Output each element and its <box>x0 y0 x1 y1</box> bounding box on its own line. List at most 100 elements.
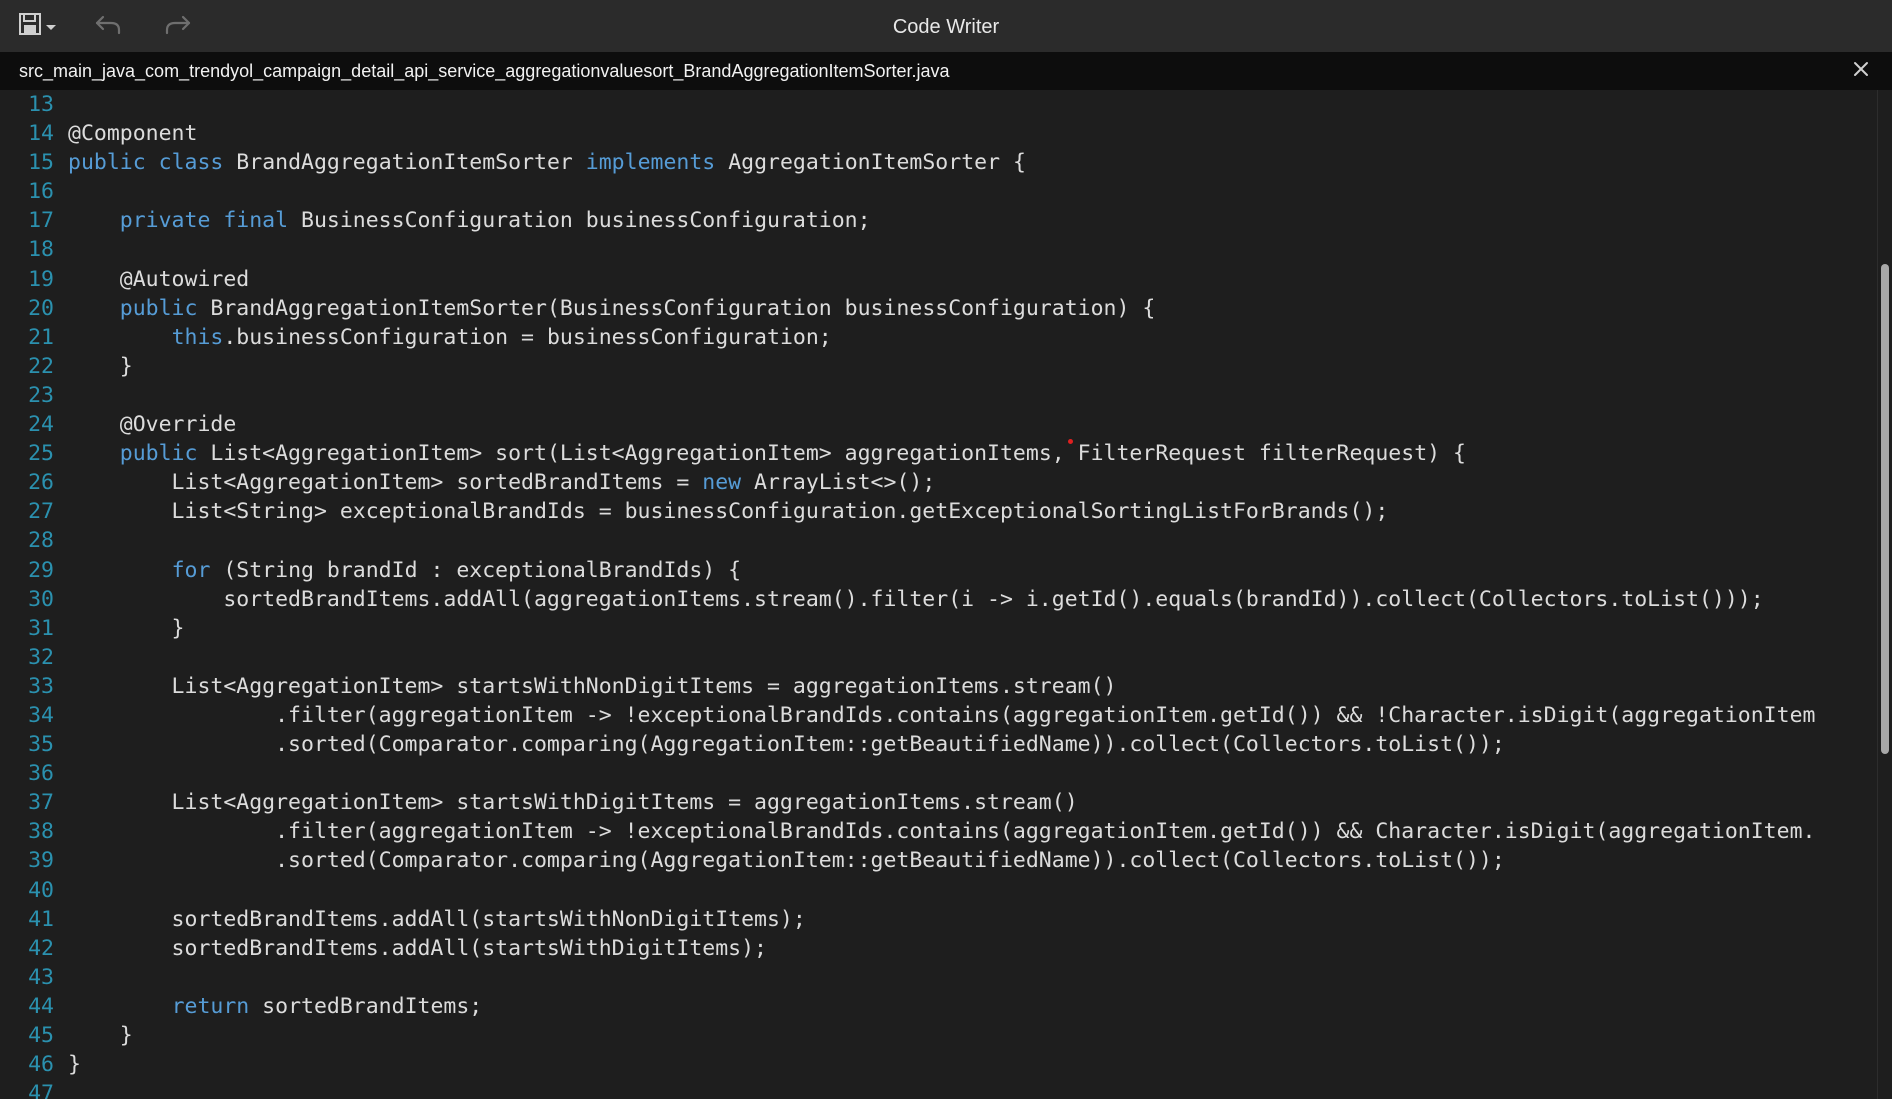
code-text: this.businessConfiguration = businessCon… <box>68 323 832 352</box>
line-number: 43 <box>28 964 54 990</box>
scrollbar-thumb[interactable] <box>1881 264 1889 754</box>
code-token: } <box>68 615 185 641</box>
code-token: .sorted(Comparator.comparing(Aggregation… <box>68 848 1505 874</box>
code-token: List<String> exceptionalBrandIds = busin… <box>68 499 1389 525</box>
code-text: } <box>68 614 185 643</box>
close-icon <box>1852 60 1870 82</box>
keyword-token: class <box>158 150 224 176</box>
line-number: 45 <box>28 1023 54 1048</box>
keyword-token: public <box>119 441 198 467</box>
code-writer-window: Code Writer src_main_java_com_trendyol_c… <box>0 0 1892 1099</box>
code-text: @Autowired <box>68 265 249 294</box>
code-token: .sorted(Comparator.comparing(Aggregation… <box>68 732 1505 758</box>
code-text: List<AggregationItem> startsWithDigitIte… <box>68 788 1078 817</box>
line-number: 23 <box>28 382 54 408</box>
line-number: 25 <box>28 441 54 467</box>
line-number: 29 <box>28 557 54 583</box>
line-number: 41 <box>28 906 54 932</box>
code-text: @Component <box>68 119 197 148</box>
code-token: .filter(aggregationItem -> !exceptionalB… <box>68 702 1816 728</box>
keyword-token: return <box>171 993 250 1019</box>
code-token: BusinessConfiguration businessConfigurat… <box>288 208 871 234</box>
line-number: 22 <box>28 353 54 379</box>
app-title: Code Writer <box>892 16 1000 38</box>
line-number: 20 <box>28 295 54 321</box>
code-text: sortedBrandItems.addAll(aggregationItems… <box>68 585 1763 614</box>
line-number: 38 <box>28 819 54 845</box>
code-token: } <box>68 353 133 379</box>
code-token: (String brandId : exceptionalBrandIds) { <box>210 557 742 583</box>
code-token: List<AggregationItem> sort(List<Aggregat… <box>197 441 1466 467</box>
line-number: 21 <box>28 324 54 350</box>
keyword-token: final <box>223 208 289 234</box>
code-token: @Autowired <box>68 266 250 292</box>
code-token: .businessConfiguration = businessConfigu… <box>223 324 832 350</box>
line-number: 16 <box>28 179 54 205</box>
keyword-token: public <box>68 150 146 176</box>
line-number: 44 <box>28 993 54 1019</box>
code-text: return sortedBrandItems; <box>68 992 483 1021</box>
keyword-token: new <box>702 470 742 496</box>
code-token: BrandAggregationItemSorter(BusinessConfi… <box>197 295 1156 321</box>
code-editor[interactable]: 13 14 @Component 15 public class BrandAggreg… <box>0 90 1878 1099</box>
code-token: @Component <box>68 121 198 147</box>
line-number: 27 <box>28 499 54 525</box>
code-text: sortedBrandItems.addAll(startsWithDigitI… <box>68 934 767 963</box>
code-text: private final BusinessConfiguration busi… <box>68 206 871 235</box>
code-text: .filter(aggregationItem -> !exceptionalB… <box>68 817 1815 846</box>
line-number: 36 <box>28 761 54 787</box>
code-token: } <box>68 1023 133 1048</box>
code-token: sortedBrandItems; <box>249 993 483 1019</box>
code-text: .filter(aggregationItem -> !exceptionalB… <box>68 701 1815 730</box>
close-button[interactable] <box>1846 56 1876 86</box>
line-number: 28 <box>28 528 54 554</box>
code-token: sortedBrandItems.addAll(startsWithDigitI… <box>68 935 767 961</box>
keyword-token: implements <box>585 150 716 176</box>
line-number: 17 <box>28 208 54 234</box>
code-token: sortedBrandItems.addAll(startsWithNonDig… <box>68 906 806 932</box>
code-text: @Override <box>68 410 237 439</box>
code-text: List<AggregationItem> startsWithNonDigit… <box>68 672 1117 701</box>
code-text: sortedBrandItems.addAll(startsWithNonDig… <box>68 905 806 934</box>
line-number: 34 <box>28 702 54 728</box>
file-name: src_main_java_com_trendyol_campaign_deta… <box>19 61 950 81</box>
code-text: for (String brandId : exceptionalBrandId… <box>68 556 742 585</box>
code-text: List<AggregationItem> sortedBrandItems =… <box>68 468 936 497</box>
code-text: } <box>68 1050 81 1079</box>
code-token: List<AggregationItem> startsWithNonDigit… <box>68 673 1117 699</box>
vertical-scrollbar[interactable] <box>1877 90 1892 1099</box>
code-text: .sorted(Comparator.comparing(Aggregation… <box>68 730 1505 759</box>
code-token: List<AggregationItem> startsWithDigitIte… <box>68 790 1078 816</box>
file-tab[interactable]: src_main_java_com_trendyol_campaign_deta… <box>0 52 1892 90</box>
code-token: @Override <box>68 412 237 438</box>
code-token: ArrayList<>(); <box>741 470 936 496</box>
code-text: } <box>68 352 133 381</box>
keyword-token: private <box>119 208 211 234</box>
line-number: 15 <box>28 150 54 176</box>
cursor-marker <box>1068 439 1073 444</box>
line-number: 37 <box>28 790 54 816</box>
line-number: 40 <box>28 877 54 903</box>
code-text: public BrandAggregationItemSorter(Busine… <box>68 294 1156 323</box>
code-token: .filter(aggregationItem -> !exceptionalB… <box>68 819 1816 845</box>
line-number: 46 <box>28 1052 54 1078</box>
line-number: 33 <box>28 673 54 699</box>
code-text: } <box>68 1021 133 1050</box>
line-number: 19 <box>28 266 54 292</box>
line-number: 42 <box>28 935 54 961</box>
code-token: List<AggregationItem> sortedBrandItems = <box>68 470 703 496</box>
code-text: public class BrandAggregationItemSorter … <box>68 148 1026 177</box>
code-text: .sorted(Comparator.comparing(Aggregation… <box>68 846 1505 875</box>
keyword-token: this <box>171 324 224 350</box>
code-token: AggregationItemSorter { <box>715 150 1026 176</box>
line-number: 31 <box>28 615 54 641</box>
keyword-token: for <box>171 557 211 583</box>
line-number: 39 <box>28 848 54 874</box>
